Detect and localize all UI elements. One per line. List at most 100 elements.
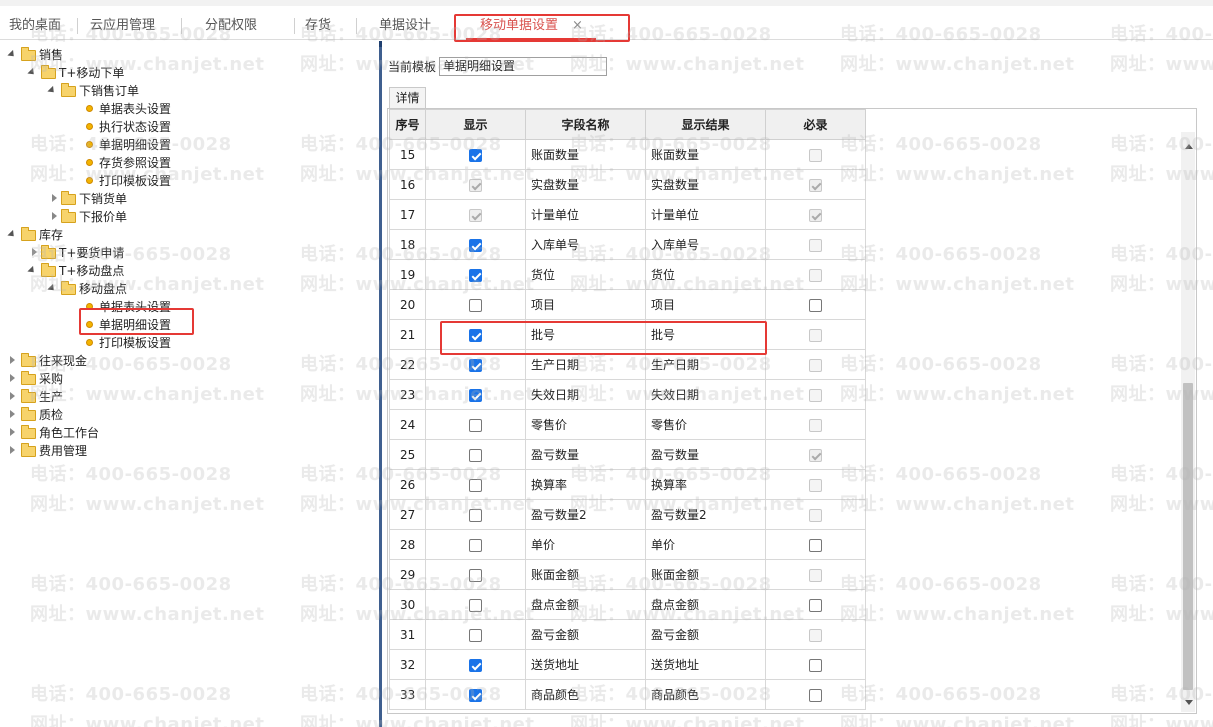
required-checkbox[interactable] xyxy=(809,598,822,612)
tree-node-mobile-count[interactable]: 移动盘点 xyxy=(79,280,127,298)
table-row[interactable]: 22 生产日期 生产日期 xyxy=(389,349,866,380)
show-checkbox[interactable] xyxy=(469,598,482,612)
show-checkbox[interactable] xyxy=(469,478,482,492)
show-checkbox[interactable] xyxy=(469,298,482,312)
cell-display-result[interactable]: 商品颜色 xyxy=(645,679,766,710)
table-row[interactable]: 25 盈亏数量 盈亏数量 xyxy=(389,439,866,470)
show-checkbox[interactable] xyxy=(469,508,482,522)
collapse-arrow-icon[interactable] xyxy=(7,49,17,60)
tree-node-detail-setting-selected[interactable]: 单据明细设置 xyxy=(99,316,171,334)
table-row[interactable]: 33 商品颜色 商品颜色 xyxy=(389,679,866,710)
table-row[interactable]: 29 账面金额 账面金额 xyxy=(389,559,866,590)
required-checkbox[interactable] xyxy=(809,298,822,312)
table-row[interactable]: 27 盈亏数量2 盈亏数量2 xyxy=(389,499,866,530)
expand-arrow-icon[interactable] xyxy=(52,194,57,202)
cell-display-result[interactable]: 生产日期 xyxy=(645,349,766,380)
cell-display-result[interactable]: 账面金额 xyxy=(645,559,766,590)
expand-arrow-icon[interactable] xyxy=(10,410,15,418)
table-row[interactable]: 28 单价 单价 xyxy=(389,529,866,560)
required-checkbox[interactable] xyxy=(809,538,822,552)
scroll-up-icon[interactable] xyxy=(1185,144,1193,149)
tree-node-detail-setting[interactable]: 单据明细设置 xyxy=(99,136,171,154)
tree-node-t-mobile-order[interactable]: T+移动下单 xyxy=(59,64,124,82)
cell-display-result[interactable]: 计量单位 xyxy=(645,199,766,230)
show-checkbox[interactable] xyxy=(469,658,482,672)
expand-arrow-icon[interactable] xyxy=(10,392,15,400)
table-row[interactable]: 31 盈亏金额 盈亏金额 xyxy=(389,619,866,650)
show-checkbox[interactable] xyxy=(469,148,482,162)
tree-node-sales[interactable]: 销售 xyxy=(39,46,63,64)
tree-node-inventory[interactable]: 库存 xyxy=(39,226,63,244)
tree-node-inventory-reference[interactable]: 存货参照设置 xyxy=(99,154,171,172)
table-row[interactable]: 30 盘点金额 盘点金额 xyxy=(389,589,866,620)
collapse-arrow-icon[interactable] xyxy=(27,265,37,276)
tree-node-sales-order[interactable]: 下销售订单 xyxy=(79,82,139,100)
tab-cloud-app-management[interactable]: 云应用管理 xyxy=(90,16,155,36)
tree-node-production[interactable]: 生产 xyxy=(39,388,63,406)
cell-display-result[interactable]: 实盘数量 xyxy=(645,169,766,200)
show-checkbox[interactable] xyxy=(469,538,482,552)
cell-display-result[interactable]: 送货地址 xyxy=(645,649,766,680)
show-checkbox[interactable] xyxy=(469,448,482,462)
required-checkbox[interactable] xyxy=(809,688,822,702)
tree-node-header-setting[interactable]: 单据表头设置 xyxy=(99,298,171,316)
table-row[interactable]: 17 计量单位 计量单位 xyxy=(389,199,866,230)
tab-mobile-document-settings[interactable]: 移动单据设置 × xyxy=(480,16,583,36)
column-header-show[interactable]: 显示 xyxy=(425,109,526,140)
scrollbar-thumb[interactable] xyxy=(1183,383,1193,690)
show-checkbox[interactable] xyxy=(469,328,482,342)
table-row[interactable]: 20 项目 项目 xyxy=(389,289,866,320)
tree-node-role-workbench[interactable]: 角色工作台 xyxy=(39,424,99,442)
table-row[interactable]: 15 账面数量 账面数量 xyxy=(389,139,866,170)
tree-node-quote[interactable]: 下报价单 xyxy=(79,208,127,226)
collapse-arrow-icon[interactable] xyxy=(47,283,57,294)
tree-node-expense[interactable]: 费用管理 xyxy=(39,442,87,460)
tree-node-exec-status[interactable]: 执行状态设置 xyxy=(99,118,171,136)
cell-display-result[interactable]: 失效日期 xyxy=(645,379,766,410)
column-header-field-name[interactable]: 字段名称 xyxy=(525,109,646,140)
table-row[interactable]: 23 失效日期 失效日期 xyxy=(389,379,866,410)
show-checkbox[interactable] xyxy=(469,688,482,702)
template-input[interactable]: 单据明细设置 xyxy=(439,57,607,76)
expand-arrow-icon[interactable] xyxy=(10,446,15,454)
collapse-arrow-icon[interactable] xyxy=(47,85,57,96)
cell-display-result[interactable]: 入库单号 xyxy=(645,229,766,260)
tree-node-sales-delivery[interactable]: 下销货单 xyxy=(79,190,127,208)
show-checkbox[interactable] xyxy=(469,568,482,582)
column-header-required[interactable]: 必录 xyxy=(765,109,866,140)
table-row[interactable]: 19 货位 货位 xyxy=(389,259,866,290)
show-checkbox[interactable] xyxy=(469,238,482,252)
cell-display-result[interactable]: 账面数量 xyxy=(645,139,766,170)
cell-display-result[interactable]: 盈亏数量 xyxy=(645,439,766,470)
tree-node-purchase[interactable]: 采购 xyxy=(39,370,63,388)
expand-arrow-icon[interactable] xyxy=(10,356,15,364)
cell-display-result[interactable]: 单价 xyxy=(645,529,766,560)
required-checkbox[interactable] xyxy=(809,658,822,672)
table-row[interactable]: 24 零售价 零售价 xyxy=(389,409,866,440)
pane-splitter[interactable] xyxy=(379,41,382,727)
show-checkbox[interactable] xyxy=(469,268,482,282)
cell-display-result[interactable]: 换算率 xyxy=(645,469,766,500)
show-checkbox[interactable] xyxy=(469,388,482,402)
tree-node-t-requisition[interactable]: T+要货申请 xyxy=(59,244,124,262)
tree-node-header-setting[interactable]: 单据表头设置 xyxy=(99,100,171,118)
tab-document-design[interactable]: 单据设计 xyxy=(379,16,431,36)
show-checkbox[interactable] xyxy=(469,628,482,642)
tree-node-cash[interactable]: 往来现金 xyxy=(39,352,87,370)
column-header-display-result[interactable]: 显示结果 xyxy=(645,109,766,140)
splitter-handle[interactable] xyxy=(379,41,382,47)
table-row[interactable]: 26 换算率 换算率 xyxy=(389,469,866,500)
show-checkbox[interactable] xyxy=(469,358,482,372)
tree-node-print-template[interactable]: 打印模板设置 xyxy=(99,334,171,352)
collapse-arrow-icon[interactable] xyxy=(27,67,37,78)
expand-arrow-icon[interactable] xyxy=(10,428,15,436)
table-row[interactable]: 16 实盘数量 实盘数量 xyxy=(389,169,866,200)
expand-arrow-icon[interactable] xyxy=(10,374,15,382)
tab-assign-permission[interactable]: 分配权限 xyxy=(205,16,257,36)
show-checkbox[interactable] xyxy=(469,418,482,432)
expand-arrow-icon[interactable] xyxy=(32,248,37,256)
cell-display-result[interactable]: 批号 xyxy=(645,319,766,350)
cell-display-result[interactable]: 零售价 xyxy=(645,409,766,440)
expand-arrow-icon[interactable] xyxy=(52,212,57,220)
table-row[interactable]: 32 送货地址 送货地址 xyxy=(389,649,866,680)
